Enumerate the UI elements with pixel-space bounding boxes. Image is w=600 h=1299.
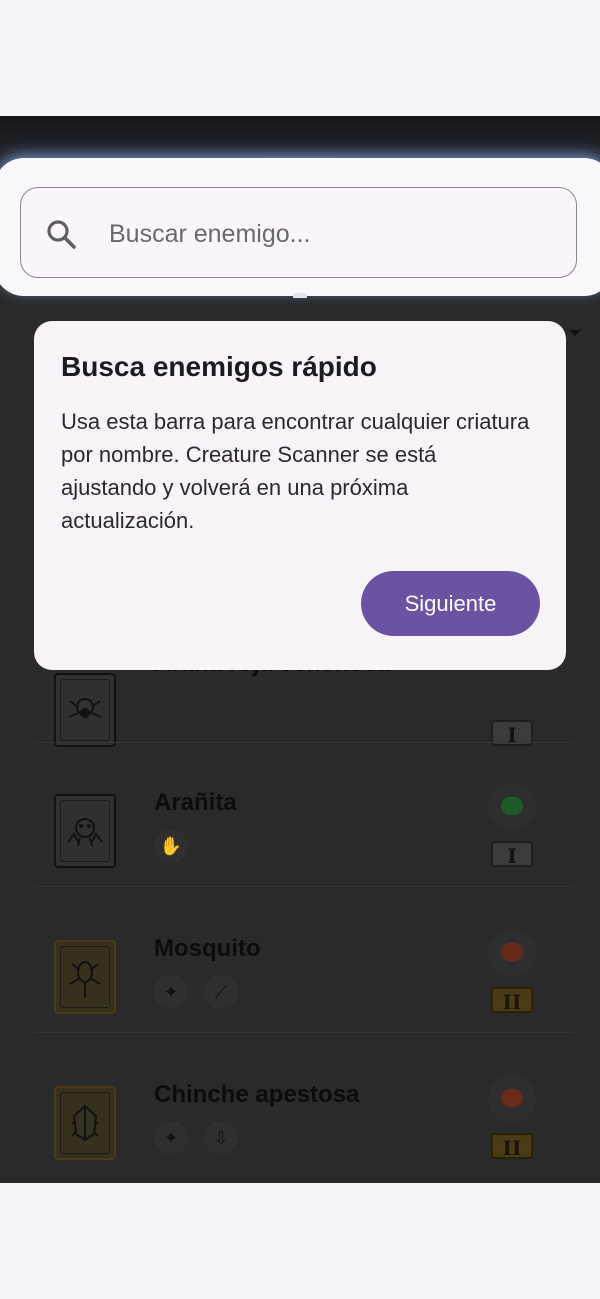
tier-badge: II (491, 1133, 533, 1160)
divider (34, 1032, 574, 1033)
divider (34, 742, 574, 743)
fly-trait-icon: ✦ (154, 975, 188, 1009)
onboarding-tooltip: Busca enemigos rápido Usa esta barra par… (34, 321, 566, 670)
mosquito-icon (69, 961, 101, 998)
tier-badge: I (491, 841, 533, 868)
bug-icon (501, 797, 523, 815)
bug-icon (501, 1089, 523, 1107)
next-button[interactable]: Siguiente (361, 571, 540, 636)
pierce-trait-icon: ⟋ (204, 975, 238, 1009)
tooltip-body: Usa esta barra para encontrar cualquier … (61, 409, 530, 533)
enemy-card-image (54, 794, 116, 868)
list-item[interactable]: Arañita ✋ I (22, 783, 578, 927)
enemy-name: Mosquito (154, 935, 261, 962)
spider-icon (67, 818, 103, 847)
bug-icon (501, 943, 523, 961)
search-input[interactable] (107, 212, 551, 256)
crawl-trait-icon: ✋ (154, 829, 188, 863)
dropdown-arrow-icon[interactable] (569, 330, 581, 336)
list-item[interactable]: Mosquito ✦ ⟋ II (22, 929, 578, 1073)
enemy-card-image (54, 1086, 116, 1160)
down-arrow-trait-icon: ⇩ (204, 1121, 238, 1155)
search-icon (47, 220, 76, 249)
fly-trait-icon: ✦ (154, 1121, 188, 1155)
search-bar[interactable] (20, 187, 577, 278)
tier-badge: II (491, 987, 533, 1014)
creature-type-icon (488, 783, 536, 831)
tooltip-title: Busca enemigos rápido (61, 351, 377, 382)
cursor-handle (293, 293, 307, 298)
enemy-card-image (54, 673, 116, 747)
spider-icon (68, 698, 102, 718)
creature-type-icon (488, 1075, 536, 1123)
list-item[interactable]: Araña roja venenosa I (22, 650, 578, 806)
creature-type-icon (488, 929, 536, 977)
list-item[interactable]: Chinche apestosa ✦ ⇩ II (22, 1075, 578, 1183)
enemy-card-image (54, 940, 116, 1014)
stinkbug-icon (71, 1104, 99, 1142)
divider (34, 886, 574, 887)
enemy-name: Arañita (154, 789, 237, 816)
enemy-name: Chinche apestosa (154, 1081, 360, 1108)
